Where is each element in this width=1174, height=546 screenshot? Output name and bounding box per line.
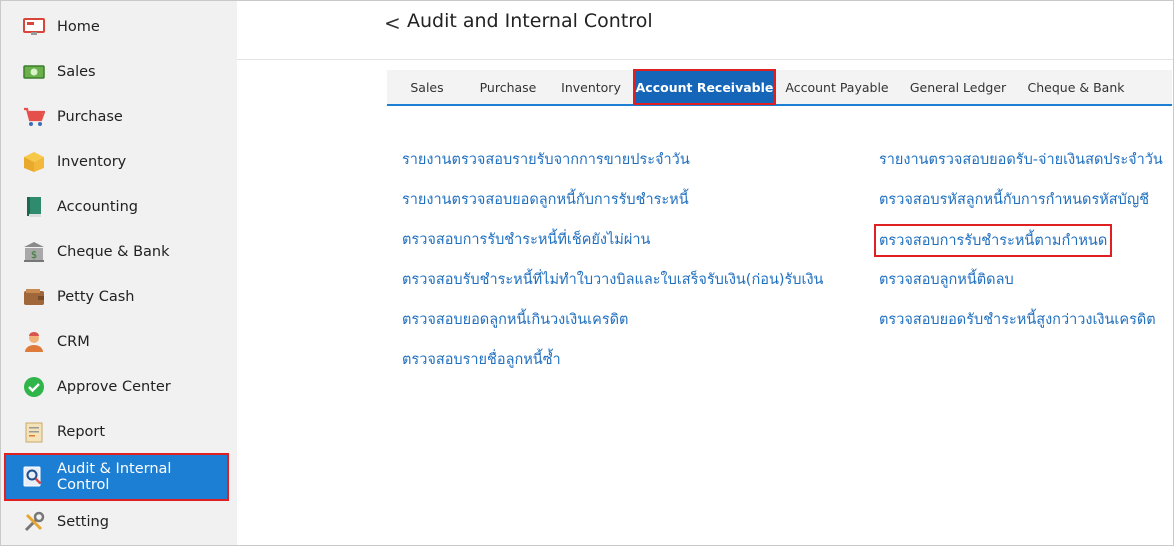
bank-icon: $	[22, 240, 46, 264]
sidebar-item-label: Purchase	[57, 108, 123, 125]
sidebar-item-home[interactable]: Home	[1, 4, 237, 49]
sidebar-item-label: Accounting	[57, 198, 138, 215]
sidebar-item-report[interactable]: Report	[1, 409, 237, 454]
sidebar-item-label: Cheque & Bank	[57, 243, 170, 260]
tab-cheque-bank[interactable]: Cheque & Bank	[1017, 70, 1135, 104]
cart-icon	[22, 105, 46, 129]
report-link[interactable]: รายงานตรวจสอบยอดลูกหนี้กับการรับชำระหนี้	[402, 188, 689, 211]
sidebar-item-crm[interactable]: CRM	[1, 319, 237, 364]
report-link[interactable]: ตรวจสอบยอดลูกหนี้เกินวงเงินเครดิต	[402, 308, 628, 331]
banknote-icon	[22, 60, 46, 84]
tab-purchase[interactable]: Purchase	[467, 70, 549, 104]
sidebar-item-label: Setting	[57, 513, 109, 530]
report-link[interactable]: ตรวจสอบลูกหนี้ติดลบ	[879, 268, 1014, 291]
check-circle-icon	[22, 375, 46, 399]
sidebar-item-setting[interactable]: Setting	[1, 499, 237, 544]
sidebar-item-purchase[interactable]: Purchase	[1, 94, 237, 139]
sidebar-item-label: Petty Cash	[57, 288, 135, 305]
tab-general-ledger[interactable]: General Ledger	[899, 70, 1017, 104]
report-link-highlighted[interactable]: ตรวจสอบการรับชำระหนี้ตามกำหนด	[873, 224, 1113, 257]
tools-icon	[22, 510, 46, 534]
sidebar: Home Sales Purchase Inventory Accounting…	[1, 1, 237, 545]
sidebar-item-label: Sales	[57, 63, 96, 80]
tab-bar: Sales Purchase Inventory Account Receiva…	[387, 69, 1172, 106]
sidebar-item-accounting[interactable]: Accounting	[1, 184, 237, 229]
report-link[interactable]: ตรวจสอบรับชำระหนี้ที่ไม่ทำใบวางบิลและใบเ…	[402, 268, 823, 291]
sidebar-item-approve-center[interactable]: Approve Center	[1, 364, 237, 409]
sidebar-item-cheque-bank[interactable]: $ Cheque & Bank	[1, 229, 237, 274]
sidebar-item-label: Audit & Internal Control	[57, 461, 172, 493]
tab-inventory[interactable]: Inventory	[549, 70, 633, 104]
tab-account-receivable[interactable]: Account Receivable	[633, 69, 776, 105]
report-link[interactable]: รายงานตรวจสอบรายรับจากการขายประจำวัน	[402, 148, 690, 171]
sidebar-item-label: Home	[57, 18, 100, 35]
page-title: Audit and Internal Control	[407, 10, 653, 32]
report-icon	[22, 420, 46, 444]
sidebar-item-inventory[interactable]: Inventory	[1, 139, 237, 184]
back-chevron-icon[interactable]: <	[384, 11, 401, 35]
sidebar-item-label: Inventory	[57, 153, 127, 170]
page-header: < Audit and Internal Control	[237, 1, 1173, 60]
sidebar-item-label: Report	[57, 423, 106, 440]
wallet-icon	[22, 285, 46, 309]
report-link[interactable]: ตรวจสอบการรับชำระหนี้ที่เช็คยังไม่ผ่าน	[402, 228, 650, 251]
people-icon	[22, 330, 46, 354]
report-link[interactable]: รายงานตรวจสอบยอดรับ-จ่ายเงินสดประจำวัน	[879, 148, 1163, 171]
audit-search-icon	[22, 465, 46, 489]
sidebar-item-sales[interactable]: Sales	[1, 49, 237, 94]
report-link[interactable]: ตรวจสอบยอดรับชำระหนี้สูงกว่าวงเงินเครดิต	[879, 308, 1156, 331]
sidebar-item-label: Approve Center	[57, 378, 171, 395]
svg-text:$: $	[31, 250, 37, 261]
monitor-icon	[22, 15, 46, 39]
sidebar-item-audit-internal-control[interactable]: Audit & Internal Control	[4, 453, 229, 501]
tab-account-payable[interactable]: Account Payable	[777, 70, 897, 104]
report-link[interactable]: ตรวจสอบรหัสลูกหนี้กับการกำหนดรหัสบัญชี	[879, 188, 1149, 211]
box-icon	[22, 150, 46, 174]
tab-sales[interactable]: Sales	[387, 70, 467, 104]
report-link[interactable]: ตรวจสอบรายชื่อลูกหนี้ซ้ำ	[402, 348, 561, 371]
ledger-book-icon	[22, 195, 46, 219]
sidebar-item-petty-cash[interactable]: Petty Cash	[1, 274, 237, 319]
sidebar-item-label: CRM	[57, 333, 90, 350]
